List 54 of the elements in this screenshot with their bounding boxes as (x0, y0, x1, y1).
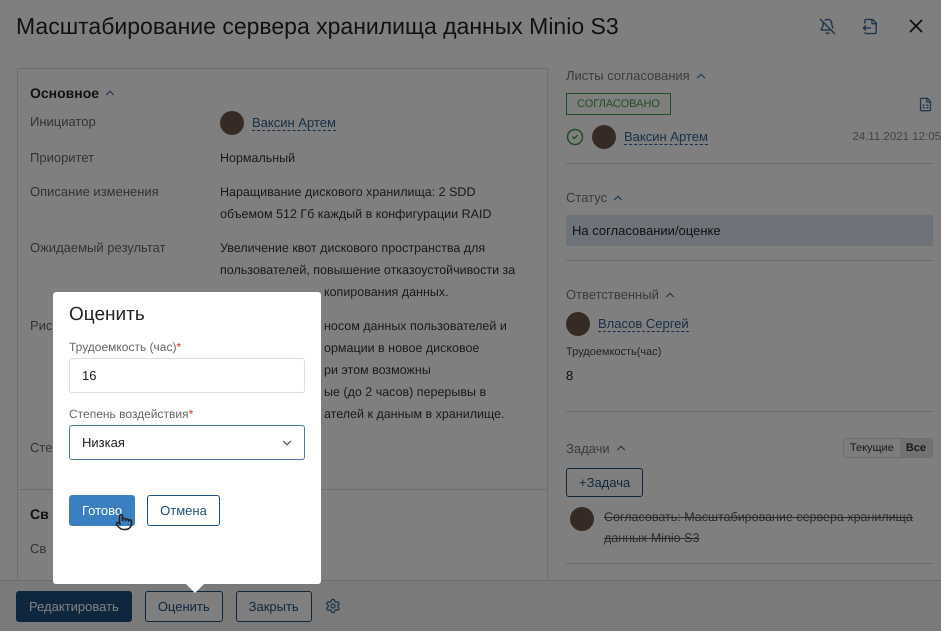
document-export-icon[interactable] (862, 18, 879, 34)
dialog-button[interactable]: Готово (69, 495, 136, 526)
avatar (570, 507, 594, 531)
field-label: Описание изменения (30, 184, 159, 199)
person-link[interactable]: Ваксин Артем (624, 129, 708, 145)
field-value: объемом 512 Гб каждый в конфигурации RAID (220, 206, 492, 223)
section-title[interactable]: Основное (30, 85, 118, 101)
section-title: Ответственный (566, 287, 933, 302)
person-link[interactable]: Ваксин Артем (252, 115, 336, 131)
field-label: Инициатор (30, 114, 96, 129)
field-label: Степень воздействия* (69, 407, 194, 421)
section-title: Св (30, 506, 49, 522)
avatar (220, 111, 244, 135)
footer-button[interactable]: Оценить (144, 590, 223, 622)
field-label: Приоритет (30, 150, 94, 165)
status-value: На согласовании/оценке (566, 215, 933, 246)
spreadsheet-icon[interactable] (918, 96, 933, 112)
field-label: Ожидаемый результат (30, 240, 166, 255)
field-value: носом данных пользователей и (323, 318, 507, 335)
footer-button[interactable]: Закрыть (236, 590, 312, 622)
dialog-button[interactable]: Отмена (147, 495, 220, 526)
field-value: ормации в новое дисковое (323, 340, 480, 357)
bell-off-icon[interactable] (819, 18, 836, 34)
field-value: копирования данных. (323, 284, 450, 301)
field-label: Сте (30, 440, 52, 455)
page-title: Масштабирование сервера хранилища данных Minio S3 (16, 12, 620, 40)
field-value: 8 (566, 368, 574, 383)
input-field[interactable]: 16 (69, 358, 305, 393)
field-value: пользователей, повышение отказоустойчивости за (220, 262, 516, 279)
avatar (566, 312, 590, 336)
select-field[interactable]: Низкая (69, 425, 305, 460)
section-title: Задачи (566, 440, 628, 456)
field-value: ателей к данным в хранилище. (323, 406, 506, 423)
task-link[interactable]: Согласовать: Масштабирование сервера хранилища данных Minio S3 (604, 507, 933, 549)
person-link[interactable]: Власов Сергей (598, 316, 689, 332)
section-title: Статус (566, 190, 933, 205)
field-value: Нормальный (220, 150, 296, 167)
field-value: Наращивание дискового хранилища: 2 SDD (220, 184, 476, 201)
field-label: Трудоемкость(час) (566, 346, 662, 358)
field-value: ри этом возможны (323, 362, 432, 379)
avatar (592, 125, 616, 149)
field-value: ые (до 2 часов) перерывы в (323, 384, 488, 401)
filter-tab[interactable]: Все (900, 439, 932, 457)
field-label: Рис (30, 318, 52, 333)
dialog-title: Оценить (69, 304, 146, 326)
field-label: Св (30, 541, 46, 556)
field-value: Увеличение квот дискового пространства для (220, 240, 486, 257)
approval-date: 24.11.2021 12:05 (852, 131, 941, 143)
footer-button[interactable]: Редактировать (16, 590, 132, 622)
add-task-button[interactable]: +Задача (566, 468, 644, 497)
field-label: Трудоемкость (час)* (69, 340, 182, 354)
settings-icon[interactable] (324, 598, 341, 614)
status-badge: СОГЛАСОВАНО (566, 93, 671, 115)
section-title: Листы согласования (566, 68, 933, 83)
